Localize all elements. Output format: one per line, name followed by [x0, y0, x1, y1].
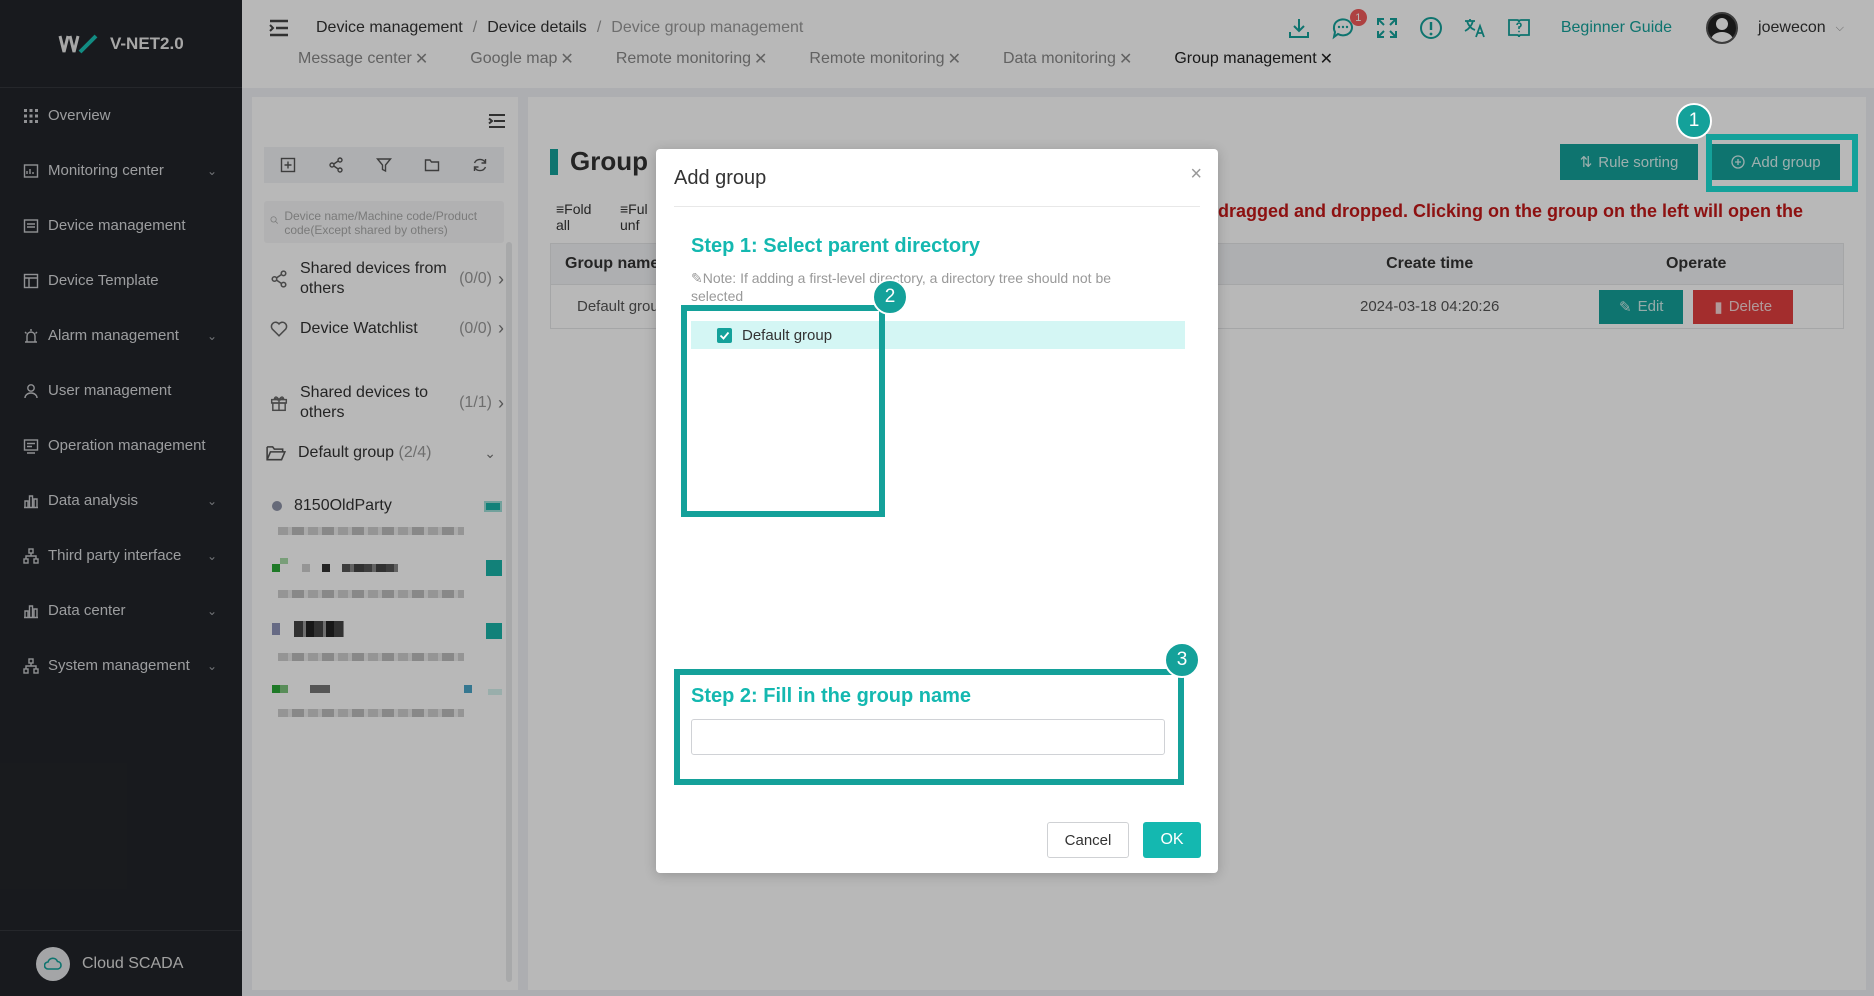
dialog-title: Add group — [674, 167, 767, 189]
annotation-number-2: 2 — [872, 279, 908, 315]
close-icon[interactable]: × — [1190, 163, 1202, 186]
pencil-icon: ✎ — [691, 270, 703, 286]
annotation-number-3: 3 — [1164, 642, 1200, 678]
step1-heading: Step 1: Select parent directory — [691, 235, 980, 257]
ok-button[interactable]: OK — [1143, 822, 1201, 858]
annotation-highlight-3 — [674, 669, 1184, 785]
annotation-highlight-1 — [1706, 134, 1858, 192]
step1-note: ✎Note: If adding a first-level directory… — [691, 269, 1161, 305]
annotation-number-1: 1 — [1676, 103, 1712, 139]
divider — [674, 206, 1200, 207]
annotation-highlight-2 — [681, 305, 885, 517]
cancel-button[interactable]: Cancel — [1047, 822, 1129, 858]
